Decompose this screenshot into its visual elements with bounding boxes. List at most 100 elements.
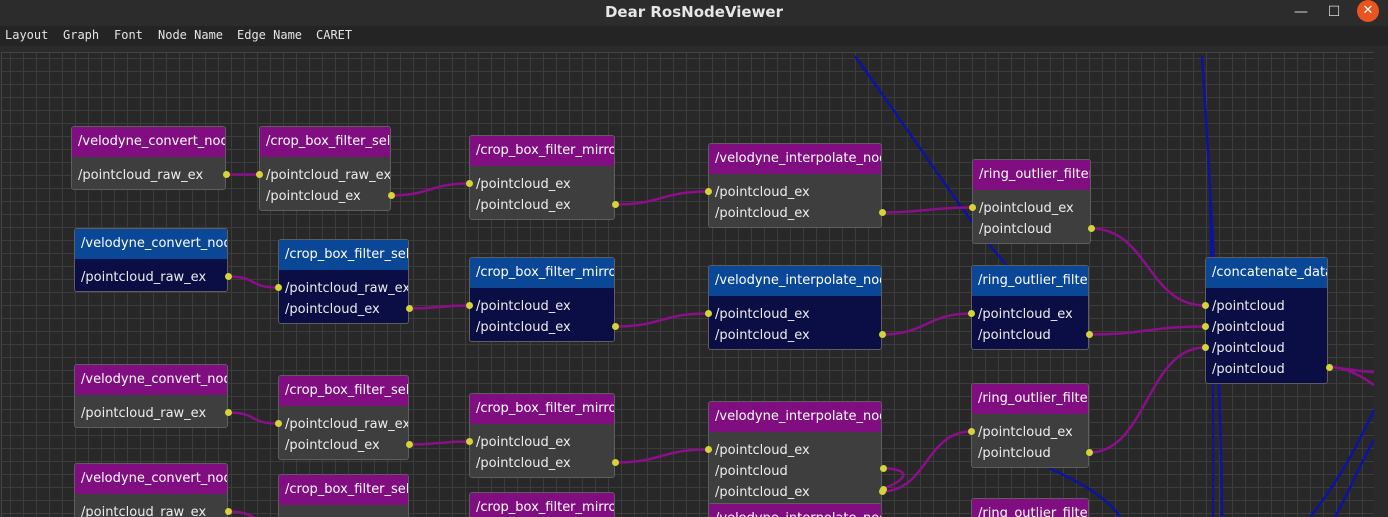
graph-edge — [390, 182, 470, 197]
pin-dot[interactable] — [1201, 344, 1209, 351]
ros-node[interactable]: /velodyne_interpolate_node/pointcloud_ex… — [708, 265, 882, 350]
pin-dot[interactable] — [967, 428, 975, 435]
pin-dot[interactable] — [405, 441, 413, 448]
pin-dot[interactable] — [465, 302, 473, 309]
node-title: /crop_box_filter_self — [279, 376, 408, 406]
node-body: /pointcloud_ex/pointcloud_ex — [470, 288, 614, 338]
node-title: /ring_outlier_filter — [972, 499, 1088, 517]
graph-edge — [408, 440, 470, 446]
pin-dot[interactable] — [1085, 449, 1093, 456]
pin-dot[interactable] — [611, 201, 619, 208]
ros-node[interactable]: /ring_outlier_filter/pointcloud_ex/point… — [971, 383, 1089, 468]
node-title: /crop_box_filter_mirror — [470, 394, 614, 424]
graph-edge — [614, 190, 709, 206]
node-body: /pointcloud_raw_ex — [279, 505, 408, 517]
ros-node[interactable]: /ring_outlier_filter/pointcloud_ex/point… — [972, 159, 1091, 244]
node-title: /ring_outlier_filter — [972, 384, 1088, 414]
pin-dot[interactable] — [968, 204, 976, 211]
pin-dot[interactable] — [387, 192, 395, 199]
ros-node[interactable]: /ring_outlier_filter/pointcloud_ex/point… — [971, 265, 1089, 350]
graph-edge — [1090, 227, 1206, 307]
pin-dot[interactable] — [879, 485, 887, 493]
pin-dot[interactable] — [704, 188, 712, 195]
pin-dot[interactable] — [611, 459, 619, 466]
node-title: /crop_box_filter_mirror — [470, 493, 614, 517]
pin-dot[interactable] — [224, 273, 232, 280]
node-body: /pointcloud_ex/pointcloud — [973, 190, 1090, 240]
ros-node[interactable]: /crop_box_filter_mirror — [469, 492, 615, 517]
ros-node[interactable]: /velodyne_convert_node/pointcloud_raw_ex — [74, 364, 228, 428]
node-port-label: /pointcloud_raw_ex — [285, 281, 409, 296]
ros-node[interactable]: /crop_box_filter_mirror/pointcloud_ex/po… — [469, 393, 615, 478]
node-title: /ring_outlier_filter — [973, 160, 1090, 190]
pin-dot[interactable] — [224, 409, 232, 416]
node-title: /velodyne_convert_node — [75, 464, 227, 494]
node-body: /pointcloud_ex/pointcloud — [972, 296, 1088, 346]
pin-dot[interactable] — [255, 171, 263, 178]
pin-dot[interactable] — [274, 420, 282, 427]
graph-edge — [882, 466, 905, 491]
ros-node[interactable]: /crop_box_filter_mirror/pointcloud_ex/po… — [469, 135, 615, 220]
graph-edge — [614, 312, 709, 328]
node-port-label: /pointcloud_ex — [715, 185, 810, 200]
node-body: /pointcloud/pointcloud/pointcloud/pointc… — [1206, 288, 1327, 380]
pin-dot[interactable] — [222, 171, 230, 178]
graph-edge — [614, 448, 709, 464]
node-port-label: /pointcloud_ex — [715, 206, 810, 221]
pin-dot[interactable] — [274, 284, 282, 291]
pin-dot[interactable] — [704, 310, 712, 317]
node-port-label: /pointcloud — [1212, 341, 1285, 356]
pin-dot[interactable] — [1201, 302, 1209, 309]
node-body: /pointcloud_raw_ex — [75, 395, 227, 424]
graph-edge — [408, 304, 470, 310]
pin-dot[interactable] — [878, 331, 886, 338]
ros-node[interactable]: /velodyne_convert_node/pointcloud_raw_ex — [74, 228, 228, 292]
node-body: /pointcloud_ex/pointcloud_ex — [709, 296, 881, 346]
pin-dot[interactable] — [224, 508, 232, 515]
ros-node[interactable]: /velodyne_interpolate_node — [708, 503, 882, 517]
ros-node[interactable]: /crop_box_filter_self/pointcloud_raw_ex — [278, 474, 409, 517]
pin-dot[interactable] — [465, 180, 473, 187]
pin-dot[interactable] — [967, 310, 975, 317]
node-port-label: /pointcloud — [1212, 362, 1285, 377]
pin-dot[interactable] — [879, 464, 887, 472]
ros-node[interactable]: /velodyne_convert_node/pointcloud_raw_ex — [74, 463, 228, 517]
pin-dot[interactable] — [878, 209, 886, 216]
pin-dot[interactable] — [405, 305, 413, 312]
node-body: /pointcloud_raw_ex/pointcloud_ex — [279, 270, 408, 320]
ros-node[interactable]: /crop_box_filter_self/pointcloud_raw_ex /… — [278, 239, 409, 324]
pin-dot[interactable] — [1085, 331, 1093, 338]
node-title: /velodyne_convert_node — [72, 127, 225, 157]
node-title: /crop_box_filter_mirror — [470, 258, 614, 288]
ros-node[interactable]: /velodyne_interpolate_node/pointcloud_ex… — [708, 401, 882, 507]
pin-dot[interactable] — [1087, 225, 1095, 232]
node-port-label: /pointcloud_ex — [978, 425, 1073, 440]
node-title: /concatenate_data — [1206, 258, 1327, 288]
graph-edge — [1088, 346, 1206, 454]
node-body: /pointcloud_ex/pointcloud_ex — [709, 174, 881, 224]
node-port-label: /pointcloud_ex — [476, 456, 571, 471]
pin-dot[interactable] — [1325, 363, 1333, 371]
ros-node[interactable]: /crop_box_filter_self/pointcloud_raw_ex /… — [278, 375, 409, 460]
node-port-label: /pointcloud — [1212, 299, 1285, 314]
ros-node[interactable]: /crop_box_filter_mirror/pointcloud_ex/po… — [469, 257, 615, 342]
node-port-label: /pointcloud_ex — [715, 328, 810, 343]
ros-node[interactable]: /velodyne_interpolate_node/pointcloud_ex… — [708, 143, 882, 228]
pin-dot[interactable] — [611, 323, 619, 330]
node-port-label: /pointcloud_ex — [476, 435, 571, 450]
ros-node[interactable]: /concatenate_data/pointcloud/pointcloud /… — [1205, 257, 1328, 384]
ros-node[interactable]: /velodyne_convert_node/pointcloud_raw_ex — [71, 126, 226, 190]
pin-dot[interactable] — [465, 438, 473, 445]
node-port-label: /pointcloud_raw_ex — [285, 417, 409, 432]
node-port-label: /pointcloud_ex — [266, 189, 361, 204]
ros-node[interactable]: /crop_box_filter_self/pointcloud_raw_ex /… — [259, 126, 391, 211]
node-title: /velodyne_interpolate_node — [709, 402, 881, 432]
pin-dot[interactable] — [704, 446, 712, 453]
node-port-label: /pointcloud_ex — [715, 443, 810, 458]
pin-dot[interactable] — [1201, 323, 1209, 330]
node-body: /pointcloud_raw_ex/pointcloud_ex — [260, 157, 390, 207]
ros-node[interactable]: /ring_outlier_filter — [971, 498, 1089, 517]
node-title: /crop_box_filter_mirror — [470, 136, 614, 166]
node-title: /velodyne_convert_node — [75, 229, 227, 259]
node-port-label: /pointcloud_ex — [715, 307, 810, 322]
